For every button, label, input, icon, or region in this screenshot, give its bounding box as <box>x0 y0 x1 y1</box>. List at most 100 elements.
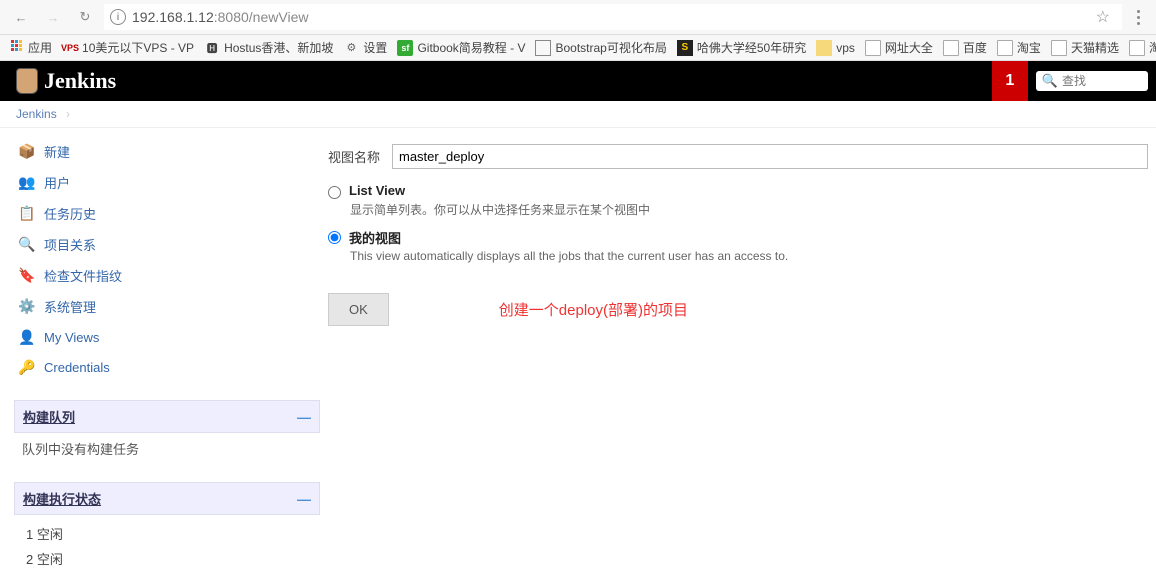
annotation-text: 创建一个deploy(部署)的项目 <box>499 299 688 320</box>
bookmark-item[interactable]: 🅷Hostus香港、新加坡 <box>204 39 333 56</box>
bookmark-label: 设置 <box>363 39 387 56</box>
bookmark-star-icon[interactable]: ☆ <box>1096 7 1110 27</box>
bookmark-apps[interactable]: 应用 <box>8 39 52 56</box>
bookmark-item[interactable]: 天猫精选 <box>1051 39 1119 56</box>
bookmark-label: 哈佛大学经50年研究 <box>697 39 806 56</box>
file-icon <box>1129 40 1145 56</box>
bookmark-label: 淘 <box>1149 39 1156 56</box>
hostus-icon: 🅷 <box>204 40 220 56</box>
browser-back-button[interactable]: ← <box>8 4 34 30</box>
search-icon: 🔍 <box>1042 73 1058 89</box>
executor-row: 2 空闲 <box>22 546 312 571</box>
bookmark-item[interactable]: vps <box>816 40 855 56</box>
listview-radio[interactable] <box>328 186 341 199</box>
view-name-input[interactable] <box>392 144 1148 169</box>
folder-icon <box>816 40 832 56</box>
browser-reload-button[interactable]: ↻ <box>72 4 98 30</box>
history-icon: 📋 <box>18 205 36 223</box>
vps-icon: VPS <box>62 40 78 56</box>
bookmark-item[interactable]: ⚙设置 <box>343 39 387 56</box>
listview-desc: 显示简单列表。你可以从中选择任务来显示在某个视图中 <box>350 201 1148 218</box>
sidebar-item-label: 系统管理 <box>44 297 96 316</box>
sidebar-history[interactable]: 📋 任务历史 <box>14 198 320 229</box>
myviews-icon: 👤 <box>18 328 36 346</box>
bookmark-item[interactable]: sfGitbook简易教程 - V <box>397 39 525 56</box>
bootstrap-icon <box>535 40 551 56</box>
bookmark-item[interactable]: 淘宝 <box>997 39 1041 56</box>
bookmark-label: 天猫精选 <box>1071 39 1119 56</box>
browser-forward-button[interactable]: → <box>40 4 66 30</box>
url-port: :8080 <box>214 9 249 25</box>
sidebar: 📦 新建 👥 用户 📋 任务历史 🔍项目关系 🔖 检查文件指纹 ⚙️ 系统管理 👤 My V… <box>0 128 320 585</box>
browser-menu-icon[interactable] <box>1128 10 1148 25</box>
sidebar-fingerprint[interactable]: 🔖 检查文件指纹 <box>14 260 320 291</box>
build-exec-title: 构建执行状态 <box>23 489 101 508</box>
bookmark-label: 网址大全 <box>885 39 933 56</box>
sidebar-item-label: 任务历史 <box>44 204 96 223</box>
bookmark-label: Bootstrap可视化布局 <box>555 39 666 56</box>
users-icon: 👥 <box>18 174 36 192</box>
sidebar-item-label: My Views <box>44 330 99 345</box>
breadcrumb: Jenkins › <box>0 101 1156 128</box>
myview-label: 我的视图 <box>349 228 401 247</box>
collapse-icon[interactable]: — <box>297 491 311 507</box>
sidebar-users[interactable]: 👥 用户 <box>14 167 320 198</box>
search-input[interactable] <box>1062 74 1142 88</box>
bookmark-item[interactable]: 淘 <box>1129 39 1156 56</box>
myview-radio[interactable] <box>328 231 341 244</box>
gear-icon: ⚙ <box>343 40 359 56</box>
gear-icon: ⚙️ <box>18 298 36 316</box>
bookmark-label: 应用 <box>28 39 52 56</box>
file-icon <box>997 40 1013 56</box>
listview-label: List View <box>349 183 405 198</box>
sidebar-item-label: 检查文件指纹 <box>44 266 122 285</box>
content: 视图名称 List View 显示简单列表。你可以从中选择任务来显示在某个视图中… <box>320 128 1156 585</box>
sidebar-manage[interactable]: ⚙️ 系统管理 <box>14 291 320 322</box>
url-host: 192.168.1.12 <box>132 9 214 25</box>
sidebar-credentials[interactable]: 🔑 Credentials <box>14 352 320 382</box>
jenkins-logo[interactable]: Jenkins <box>16 68 116 94</box>
collapse-icon[interactable]: — <box>297 409 311 425</box>
file-icon <box>943 40 959 56</box>
executor-row: 1 空闲 <box>22 521 312 546</box>
bookmarks-bar: 应用 VPS10美元以下VPS - VP 🅷Hostus香港、新加坡 ⚙设置 s… <box>0 35 1156 61</box>
site-info-icon[interactable]: i <box>110 9 126 25</box>
url-path: /newView <box>249 9 309 25</box>
bookmark-item[interactable]: VPS10美元以下VPS - VP <box>62 39 194 56</box>
search-box[interactable]: 🔍 <box>1036 71 1148 91</box>
bookmark-item[interactable]: Bootstrap可视化布局 <box>535 39 666 56</box>
file-icon <box>1051 40 1067 56</box>
url-bar[interactable]: i 192.168.1.12:8080/newView ☆ <box>104 4 1122 30</box>
build-exec-body: 1 空闲 2 空闲 <box>14 515 320 577</box>
breadcrumb-root[interactable]: Jenkins <box>16 107 57 121</box>
bookmark-label: Gitbook简易教程 - V <box>417 39 525 56</box>
sidebar-new[interactable]: 📦 新建 <box>14 136 320 167</box>
bookmark-item[interactable]: 百度 <box>943 39 987 56</box>
fingerprint-icon: 🔖 <box>18 267 36 285</box>
sidebar-relations[interactable]: 🔍项目关系 <box>14 229 320 260</box>
sidebar-myviews[interactable]: 👤 My Views <box>14 322 320 352</box>
sf-icon: sf <box>397 40 413 56</box>
jenkins-title: Jenkins <box>44 68 116 94</box>
bookmark-label: 百度 <box>963 39 987 56</box>
build-queue-header[interactable]: 构建队列 — <box>14 400 320 433</box>
bookmark-label: vps <box>836 41 855 55</box>
bookmark-label: Hostus香港、新加坡 <box>224 39 333 56</box>
s-icon: S <box>677 40 693 56</box>
notification-badge[interactable]: 1 <box>992 61 1028 101</box>
ok-button[interactable]: OK <box>328 293 389 326</box>
sidebar-item-label: 项目关系 <box>44 235 96 254</box>
url-text: 192.168.1.12:8080/newView <box>132 9 308 25</box>
new-icon: 📦 <box>18 143 36 161</box>
build-exec-header[interactable]: 构建执行状态 — <box>14 482 320 515</box>
sidebar-item-label: Credentials <box>44 360 110 375</box>
sidebar-item-label: 新建 <box>44 142 70 161</box>
sidebar-item-label: 用户 <box>44 173 70 192</box>
bookmark-item[interactable]: 网址大全 <box>865 39 933 56</box>
apps-icon <box>8 40 24 56</box>
bookmark-label: 淘宝 <box>1017 39 1041 56</box>
build-queue-body: 队列中没有构建任务 <box>14 433 320 464</box>
key-icon: 🔑 <box>18 358 36 376</box>
bookmark-item[interactable]: S哈佛大学经50年研究 <box>677 39 806 56</box>
jenkins-header: Jenkins 1 🔍 <box>0 61 1156 101</box>
